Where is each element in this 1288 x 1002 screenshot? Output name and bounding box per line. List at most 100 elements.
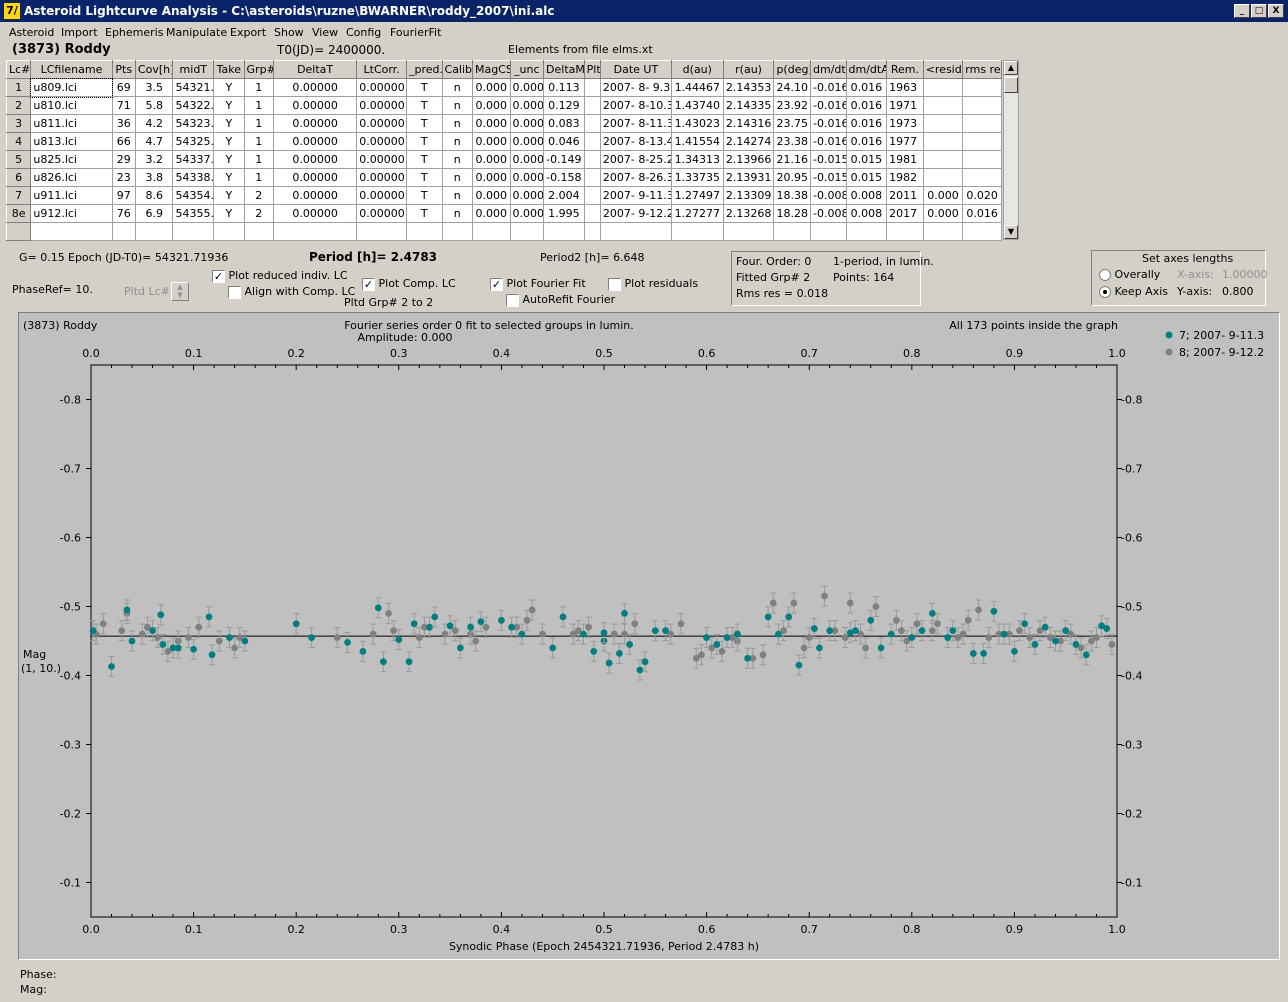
table-cell: 4.7 — [134, 132, 174, 151]
lightcurve-chart[interactable]: (3873) Roddy Fourier series order 0 fit … — [19, 313, 1279, 959]
table-row[interactable]: 2u810.lci715.854322.6Y10.000000.00000Tn0… — [5, 96, 1002, 115]
checkbox-box[interactable] — [228, 285, 241, 299]
table-cell[interactable]: u826.lci — [30, 168, 113, 187]
table-cell[interactable]: u825.lci — [30, 150, 113, 169]
y-tick-label-left: -0.2 — [60, 808, 81, 821]
column-header[interactable]: Date UT — [599, 60, 672, 79]
table-cell: 5 — [5, 150, 32, 169]
menu-manipulate[interactable]: Manipulate — [166, 26, 227, 39]
y-axis-value[interactable]: 0.800 — [1222, 285, 1254, 298]
table-cell: 2.004 — [543, 186, 585, 205]
period2-value[interactable]: Period2 [h]= 6.648 — [540, 251, 645, 264]
x-axis-value[interactable]: 1.00000 — [1222, 268, 1268, 281]
table-row[interactable]: 7u911.lci978.654354.8Y20.000000.00000Tn0… — [5, 186, 1002, 205]
table-scrollbar[interactable]: ▲ ▼ — [1003, 60, 1019, 240]
column-header[interactable]: Plt — [583, 60, 601, 79]
column-header[interactable]: DeltaM — [543, 60, 585, 79]
menu-fourierfit[interactable]: FourierFit — [390, 26, 441, 39]
checkbox-box[interactable] — [608, 277, 621, 291]
plot-fourier-checkbox[interactable]: ✓ Plot Fourier Fit — [490, 277, 586, 291]
column-header[interactable]: p(deg) — [773, 60, 811, 79]
column-header[interactable]: dm/dtA — [845, 60, 888, 79]
scroll-up-arrow-icon[interactable]: ▲ — [1004, 61, 1018, 75]
column-header[interactable]: rms res — [962, 60, 1002, 79]
autorefit-checkbox[interactable]: AutoRefit Fourier — [506, 293, 615, 307]
table-cell[interactable]: u811.lci — [30, 114, 113, 133]
menu-import[interactable]: Import — [61, 26, 98, 39]
minimize-button[interactable]: _ — [1234, 4, 1250, 18]
radio-circle[interactable] — [1099, 269, 1111, 281]
table-cell[interactable]: u810.lci — [30, 96, 113, 115]
align-comp-checkbox[interactable]: Align with Comp. LC — [228, 285, 355, 299]
data-point — [949, 627, 957, 635]
table-cell: 54322.6 — [172, 96, 215, 115]
keep-axis-radio[interactable]: Keep Axis — [1099, 285, 1168, 298]
table-cell: 0.016 — [845, 114, 888, 133]
table-cell: 0.083 — [543, 114, 585, 133]
table-cell[interactable]: u912.lci — [30, 204, 113, 223]
menu-show[interactable]: Show — [274, 26, 304, 39]
y-axis-subtitle: (1, 10.) — [21, 662, 61, 675]
column-header[interactable]: _unc — [509, 60, 545, 79]
menu-export[interactable]: Export — [230, 26, 266, 39]
column-header[interactable]: LtCorr. — [356, 60, 407, 79]
column-header[interactable]: Rem. — [886, 60, 924, 79]
table-cell[interactable]: u911.lci — [30, 186, 113, 205]
column-header[interactable]: Calib. — [441, 60, 473, 79]
column-header[interactable]: Pts — [111, 60, 136, 79]
maximize-button[interactable]: □ — [1251, 4, 1267, 18]
plot-panel[interactable]: (3873) Roddy Fourier series order 0 fit … — [18, 312, 1280, 960]
menu-view[interactable]: View — [312, 26, 338, 39]
plot-comp-checkbox[interactable]: ✓ Plot Comp. LC — [362, 277, 456, 291]
scroll-down-arrow-icon[interactable]: ▼ — [1004, 225, 1018, 239]
menu-asteroid[interactable]: Asteroid — [9, 26, 54, 39]
column-header[interactable]: Grp# — [243, 60, 274, 79]
radio-circle[interactable] — [1099, 286, 1111, 298]
period-value[interactable]: Period [h]= 2.4783 — [309, 250, 437, 264]
checkbox-box[interactable]: ✓ — [362, 277, 375, 291]
column-header[interactable]: DeltaT — [272, 60, 358, 79]
plot-residuals-checkbox[interactable]: Plot residuals — [608, 277, 698, 291]
column-header[interactable]: d(au) — [670, 60, 724, 79]
checkbox-box[interactable]: ✓ — [490, 277, 503, 291]
table-cell: 0.000 — [471, 132, 511, 151]
column-header[interactable]: midT — [172, 60, 215, 79]
table-cell: 1.43023 — [670, 114, 724, 133]
data-point — [123, 606, 131, 614]
column-header[interactable]: Cov[h] — [134, 60, 174, 79]
table-row[interactable]: 1u809.lci693.554321.6Y10.000000.00000Tn0… — [5, 77, 1002, 98]
column-header[interactable]: LCfilename — [30, 60, 113, 79]
table-row-empty[interactable] — [5, 222, 1002, 241]
menu-ephemeris[interactable]: Ephemeris — [105, 26, 163, 39]
table-cell[interactable]: u813.lci — [30, 132, 113, 151]
checkbox-box[interactable]: ✓ — [212, 269, 225, 283]
menu-config[interactable]: Config — [346, 26, 381, 39]
plot-reduced-label: Plot reduced indiv. LC — [228, 269, 348, 282]
phaseref-value[interactable]: PhaseRef= 10. — [12, 283, 93, 296]
close-button[interactable]: X — [1268, 4, 1284, 18]
table-cell — [172, 222, 215, 241]
table-cell: 3.2 — [134, 150, 174, 169]
table-row[interactable]: 3u811.lci364.254323.5Y10.000000.00000Tn0… — [5, 114, 1002, 133]
overall-radio[interactable]: Overally — [1099, 268, 1160, 281]
rms-residual: Rms res = 0.018 — [736, 287, 829, 300]
scroll-thumb[interactable] — [1004, 77, 1018, 93]
table-cell[interactable]: u809.lci — [29, 77, 114, 98]
column-header[interactable]: _pred. — [405, 60, 443, 79]
column-header[interactable]: Lc# — [5, 60, 32, 79]
pltd-lc-spinner[interactable]: ▲ ▼ — [171, 282, 189, 301]
table-cell: 1977 — [886, 132, 924, 151]
table-row[interactable]: 6u826.lci233.854338.8Y10.000000.00000Tn0… — [5, 168, 1002, 187]
plot-reduced-checkbox[interactable]: ✓ Plot reduced indiv. LC — [212, 269, 348, 283]
data-point — [816, 644, 823, 652]
column-header[interactable]: <resid> — [922, 60, 964, 79]
column-header[interactable]: dm/dt — [810, 60, 847, 79]
column-header[interactable]: Take — [213, 60, 245, 79]
column-header[interactable]: MagCS — [471, 60, 511, 79]
table-row[interactable]: 8eu912.lci766.954355.7Y20.000000.00000Tn… — [5, 204, 1002, 223]
column-header[interactable]: r(au) — [722, 60, 775, 79]
table-row[interactable]: 4u813.lci664.754325.9Y10.000000.00000Tn0… — [5, 132, 1002, 151]
table-row[interactable]: 5u825.lci293.254337.7Y10.000000.00000Tn0… — [5, 150, 1002, 169]
y-tick-label-right: -0.2 — [1121, 808, 1142, 821]
checkbox-box[interactable] — [506, 293, 519, 307]
